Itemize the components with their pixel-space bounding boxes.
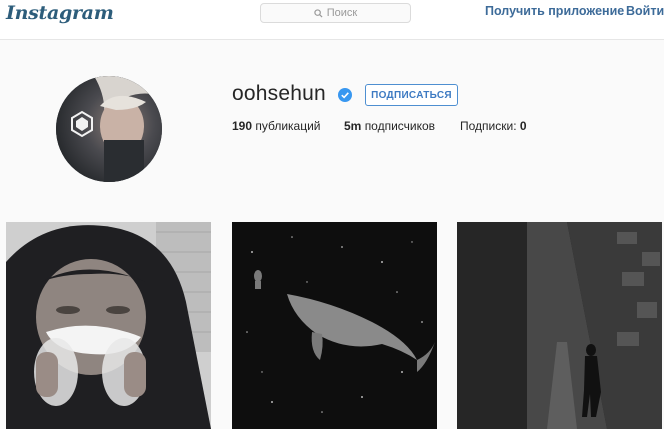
posts-label: публикаций — [255, 119, 321, 133]
followers-stat[interactable]: 5m подписчиков — [344, 119, 435, 133]
profile-username: oohsehun — [232, 82, 326, 105]
post-thumbnail-1[interactable] — [6, 222, 211, 429]
top-navigation-bar: Instagram Поиск Получить приложение Войт… — [0, 0, 664, 40]
following-stat[interactable]: Подписки: 0 — [460, 119, 527, 133]
followers-count: 5m — [344, 119, 362, 133]
search-input[interactable]: Поиск — [260, 3, 411, 23]
follow-button[interactable]: ПОДПИСАТЬСЯ — [365, 84, 458, 106]
profile-avatar — [56, 76, 162, 182]
search-placeholder: Поиск — [326, 7, 358, 19]
following-count: 0 — [519, 119, 527, 133]
search-icon — [314, 8, 323, 18]
post-thumbnail-3[interactable] — [457, 222, 662, 429]
following-label: Подписки: — [460, 119, 517, 133]
post-thumbnail-2[interactable] — [232, 222, 437, 429]
verified-badge-icon — [338, 88, 352, 102]
followers-label: подписчиков — [364, 119, 436, 133]
instagram-logo[interactable]: Instagram — [6, 2, 114, 24]
login-link[interactable]: Войти — [626, 4, 664, 18]
posts-count: 190 — [232, 119, 253, 133]
posts-count-stat: 190 публикаций — [232, 119, 321, 133]
get-app-link[interactable]: Получить приложение — [485, 4, 624, 18]
